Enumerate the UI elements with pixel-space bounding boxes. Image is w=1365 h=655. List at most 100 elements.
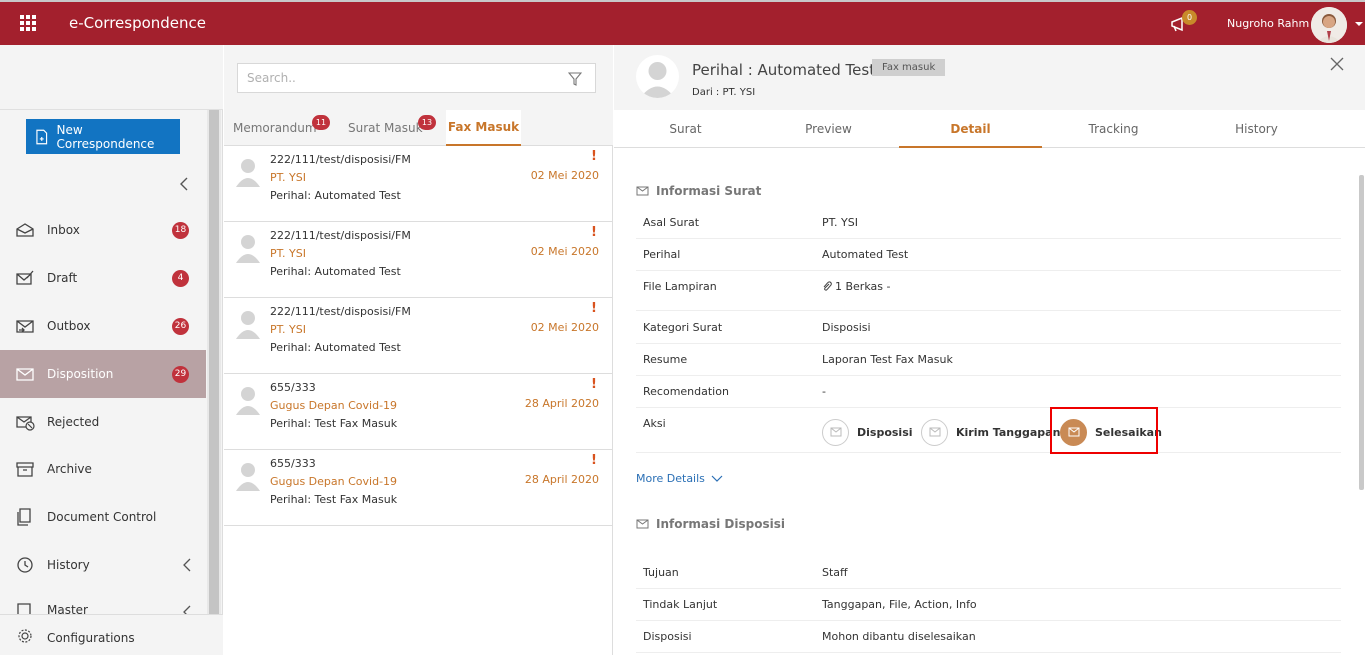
chevron-down-icon [711,475,723,482]
paperclip-icon [823,281,832,291]
list-item[interactable]: 222/111/test/disposisi/FM PT. YSI Periha… [224,222,612,298]
archive-icon [16,462,34,477]
configurations-label: Configurations [47,631,135,645]
notification-badge: 0 [1182,10,1197,25]
tab-label: Memorandum [233,121,317,135]
list-tabs: Memorandum 11 Surat Masuk 13 Fax Masuk [224,110,613,146]
attachment-count: 1 Berkas - [835,280,891,293]
more-details-label: More Details [636,472,705,485]
info-row: Recomendation - [636,376,1341,408]
history-icon [17,557,33,573]
outbox-count-badge: 26 [172,317,189,335]
kirim-tanggapan-button[interactable]: Kirim Tanggapan [921,417,1060,447]
disposisi-button[interactable]: Disposisi [822,417,913,447]
urgent-icon: ! [591,149,597,164]
urgent-icon: ! [591,225,597,240]
sidebar-item-label: Document Control [47,510,157,524]
tab-surat[interactable]: Surat [614,110,757,148]
info-row: Asal Surat PT. YSI [636,207,1341,239]
list-header [224,45,613,110]
user-menu-caret-icon[interactable] [1355,22,1363,26]
sidebar-item-archive[interactable]: Archive [0,445,206,493]
letter-number: 222/111/test/disposisi/FM [270,153,411,166]
sidebar-item-outbox[interactable]: Outbox 26 [0,302,206,350]
row-label: Resume [643,353,688,366]
history-chevron-icon[interactable] [182,558,192,572]
search-input[interactable] [247,71,547,85]
tab-history[interactable]: History [1185,110,1328,148]
urgent-icon: ! [591,453,597,468]
sidebar-scroll-thumb[interactable] [209,110,219,615]
collapse-sidebar-chevron-icon[interactable] [178,177,190,191]
rejected-icon [16,416,35,431]
avatar[interactable] [1311,7,1347,43]
tab-memorandum[interactable]: Memorandum 11 [233,110,330,146]
disposition-icon [16,368,34,381]
list-item[interactable]: 655/333 Gugus Depan Covid-19 Perihal: Te… [224,374,612,450]
sidebar-item-label: Rejected [47,415,100,429]
person-placeholder-icon [236,387,260,415]
sidebar-item-document-control[interactable]: Document Control [0,493,206,541]
close-icon[interactable] [1330,57,1344,71]
letter-date: 28 April 2020 [524,397,599,410]
master-chevron-icon[interactable] [182,605,192,614]
row-value: PT. YSI [822,216,858,229]
letter-date: 02 Mei 2020 [530,169,599,182]
letter-date: 28 April 2020 [524,473,599,486]
mail-settings-icon [636,519,649,529]
info-row: Tindak Lanjut Tanggapan, File, Action, I… [636,589,1341,621]
sidebar: New Correspondence Inbox 18 Draft 4 Outb… [0,45,223,655]
sidebar-header [0,45,223,110]
action-label: Disposisi [857,425,913,439]
more-details-link[interactable]: More Details [636,472,723,485]
list-item[interactable]: 222/111/test/disposisi/FM PT. YSI Periha… [224,146,612,222]
apps-grid-icon[interactable] [20,15,36,31]
gear-icon [18,629,32,643]
tab-preview[interactable]: Preview [757,110,900,148]
mail-icon [921,418,948,446]
section-informasi-disposisi: Informasi Disposisi [636,517,785,531]
sidebar-item-label: Draft [47,271,78,285]
detail-scrollbar[interactable] [1359,175,1364,490]
draft-count-badge: 4 [172,269,189,287]
letter-date: 02 Mei 2020 [530,245,599,258]
sidebar-item-rejected[interactable]: Rejected [0,398,206,446]
sidebar-item-disposition[interactable]: Disposition 29 [0,350,206,398]
tab-detail[interactable]: Detail [899,110,1042,148]
new-correspondence-button[interactable]: New Correspondence [26,119,180,154]
sidebar-item-configurations[interactable]: Configurations [0,614,223,655]
tab-label: Fax Masuk [447,120,520,134]
memorandum-count-badge: 11 [312,115,330,130]
info-row: File Lampiran 1 Berkas - [636,271,1341,311]
sidebar-item-draft[interactable]: Draft 4 [0,254,206,302]
attachment-link[interactable]: 1 Berkas - [822,280,890,293]
info-row: Resume Laporan Test Fax Masuk [636,344,1341,376]
list-item[interactable]: 655/333 Gugus Depan Covid-19 Perihal: Te… [224,450,612,526]
person-placeholder-icon [236,159,260,187]
sidebar-item-label: Archive [47,462,92,476]
row-value: Automated Test [822,248,909,261]
user-name[interactable]: Nugroho Rahm [1227,17,1309,30]
letter-sender: PT. YSI [270,171,306,184]
letter-subject: Perihal: Automated Test [270,189,401,202]
tab-fax-masuk[interactable]: Fax Masuk [446,110,521,146]
tab-tracking[interactable]: Tracking [1042,110,1185,148]
document-control-icon [17,508,31,526]
sidebar-item-label: History [47,558,90,572]
sidebar-item-master[interactable]: Master [0,589,206,614]
person-placeholder-icon [236,463,260,491]
sidebar-item-inbox[interactable]: Inbox 18 [0,206,206,254]
surat-masuk-count-badge: 13 [418,115,436,130]
row-label: Aksi [643,417,666,430]
master-icon [17,603,31,614]
row-value: - [822,385,826,398]
list-item[interactable]: 222/111/test/disposisi/FM PT. YSI Periha… [224,298,612,374]
sidebar-item-history[interactable]: History [0,541,206,589]
sidebar-item-label: Disposition [47,367,114,381]
mail-settings-icon [636,186,649,196]
filter-icon[interactable] [568,72,582,86]
detail-panel: Perihal : Automated Test Fax masuk Dari … [614,45,1365,655]
tab-surat-masuk[interactable]: Surat Masuk 13 [348,110,436,146]
letter-subject: Perihal: Automated Test [270,341,401,354]
detail-tabs: Surat Preview Detail Tracking History [614,110,1365,148]
